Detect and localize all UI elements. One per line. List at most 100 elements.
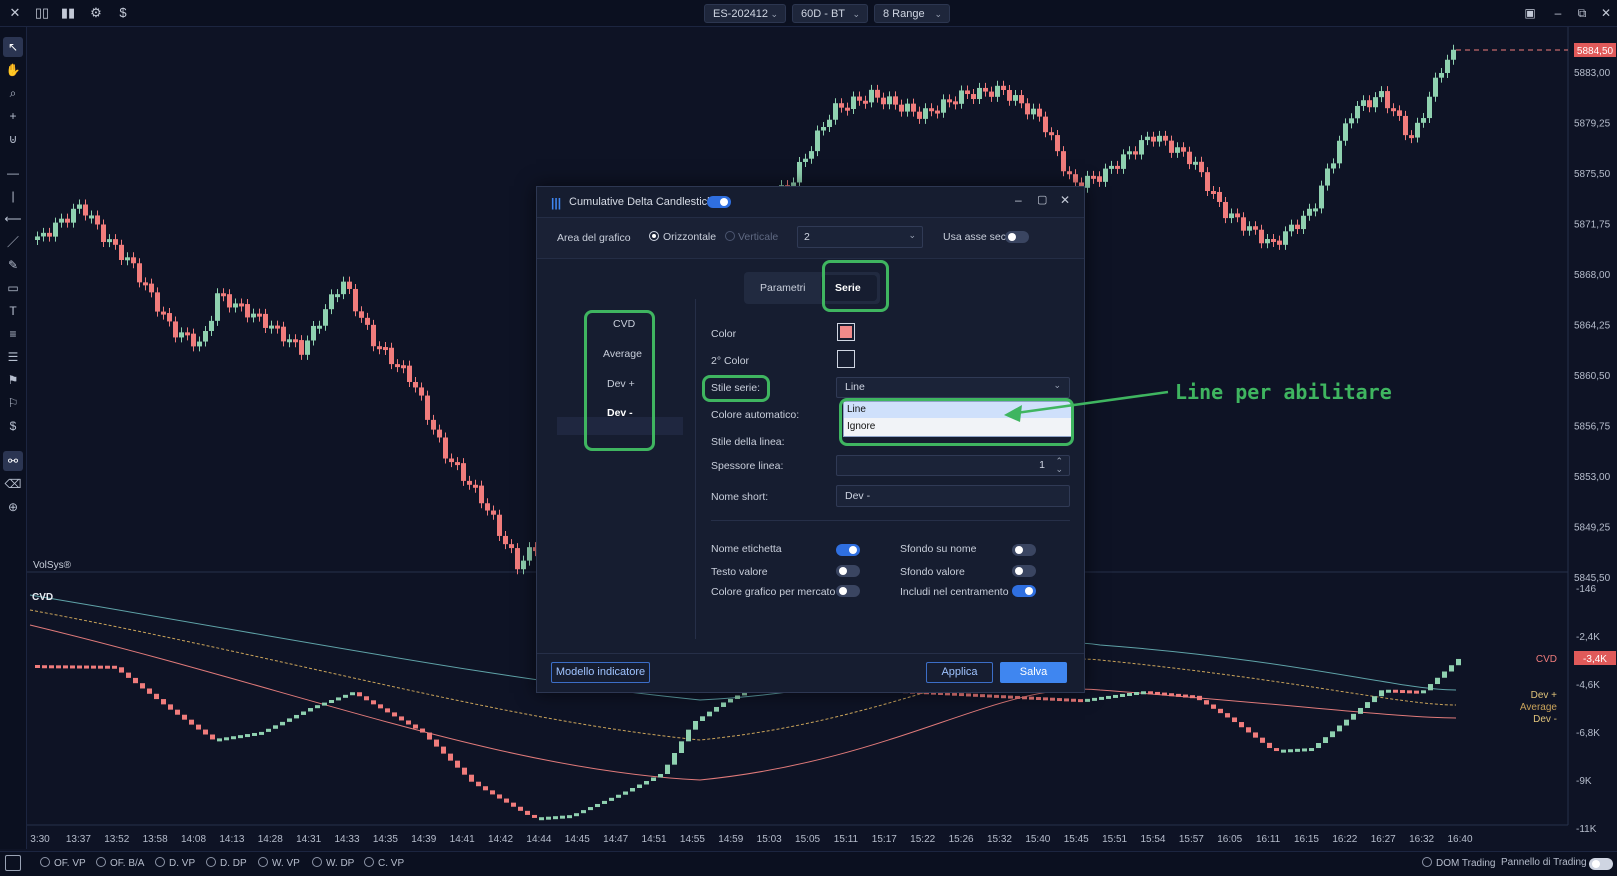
cvd-candle	[602, 800, 607, 804]
bg-name-toggle[interactable]	[1012, 544, 1036, 556]
candle-body	[509, 544, 514, 549]
label-name-toggle[interactable]	[836, 544, 860, 556]
candle-body	[1073, 174, 1078, 183]
cvd-candle	[364, 696, 369, 701]
time-tick-label: 15:03	[757, 834, 782, 845]
bb-w-vp[interactable]: W. VP	[258, 857, 300, 869]
cvd-candle	[1309, 748, 1314, 752]
dialog-maximize-icon[interactable]: ▢	[1037, 193, 1047, 206]
candle-body	[857, 96, 862, 101]
candle-body	[59, 218, 64, 223]
dialog-close-icon[interactable]: ✕	[1060, 193, 1070, 207]
bb-c-vp[interactable]: C. VP	[364, 857, 404, 869]
candle-body	[941, 99, 946, 113]
cvd-candle	[707, 711, 712, 717]
candle-body	[1205, 172, 1210, 191]
value-text-toggle[interactable]	[836, 565, 860, 577]
color-swatch[interactable]	[837, 323, 855, 341]
cvd-candle	[1449, 665, 1454, 672]
bb-of-vp[interactable]: OF. VP	[40, 857, 86, 869]
series-style-select[interactable]: Line ⌄	[836, 377, 1070, 398]
cvd-candle	[560, 815, 565, 819]
cvd-candle	[476, 781, 481, 787]
bb-of-ba[interactable]: OF. B/A	[96, 857, 144, 869]
panel-icon[interactable]	[5, 855, 21, 871]
radio-horizontal[interactable]	[649, 231, 659, 241]
candle-body	[425, 395, 430, 420]
candle-body	[1409, 135, 1414, 139]
tab-parametri[interactable]: Parametri	[760, 282, 806, 294]
candle-body	[1181, 147, 1186, 152]
cvd-candle	[1127, 692, 1132, 696]
cvd-candle	[693, 720, 698, 730]
apply-button[interactable]: Applica	[926, 662, 993, 683]
candle-body	[1217, 191, 1222, 202]
trading-panel-toggle[interactable]	[1589, 858, 1613, 870]
cvd-candle	[133, 677, 138, 684]
include-center-toggle[interactable]	[1012, 585, 1036, 597]
price-tick-label: 5864,25	[1574, 321, 1611, 332]
candle-body	[191, 333, 196, 347]
area-select[interactable]: 2 ⌄	[797, 226, 923, 248]
candle-body	[1277, 240, 1282, 245]
bb-trading-panel-label: Pannello di Trading	[1501, 857, 1587, 868]
candle-body	[431, 419, 436, 430]
candle-body	[341, 281, 346, 295]
bg-value-toggle[interactable]	[1012, 565, 1036, 577]
radio-vertical[interactable]	[725, 231, 735, 241]
color2-swatch[interactable]	[837, 350, 855, 368]
market-color-toggle[interactable]	[836, 585, 860, 597]
candle-body	[1289, 224, 1294, 232]
time-tick-label: 14:33	[335, 834, 360, 845]
candle-body	[1433, 77, 1438, 97]
candle-body	[317, 325, 322, 329]
thickness-label: Spessore linea:	[711, 460, 784, 472]
candle-body	[143, 282, 148, 286]
time-tick-label: 14:13	[219, 834, 244, 845]
candle-body	[365, 317, 370, 325]
cvd-candle	[203, 729, 208, 735]
bb-d-dp[interactable]: D. DP	[206, 857, 247, 869]
bb-d-vp[interactable]: D. VP	[155, 857, 195, 869]
cvd-candle	[1169, 693, 1174, 697]
candle-body	[281, 326, 286, 342]
cvd-candle	[308, 708, 313, 712]
cvd-candle	[231, 736, 236, 740]
stepper-icon[interactable]: ⌃ ⌄	[1055, 457, 1063, 474]
short-name-value: Dev -	[845, 490, 871, 502]
time-tick-label: 14:35	[373, 834, 398, 845]
candle-body	[137, 263, 142, 283]
thickness-input[interactable]: 1 ⌃ ⌄	[836, 455, 1070, 476]
cvd-candle	[427, 732, 432, 740]
dialog-minimize-icon[interactable]: –	[1015, 193, 1022, 207]
candle-body	[965, 90, 970, 95]
cvd-candle	[1456, 658, 1461, 666]
candle-body	[1445, 59, 1450, 73]
bb-w-dp[interactable]: W. DP	[312, 857, 354, 869]
sec-axis-toggle[interactable]	[1005, 231, 1029, 243]
cvd-candle	[518, 806, 523, 811]
time-tick-label: 15:11	[834, 834, 859, 845]
save-button[interactable]: Salva	[1000, 662, 1067, 683]
candle-body	[221, 293, 226, 297]
candle-body	[1439, 72, 1444, 78]
bb-dom-trading[interactable]: DOM Trading	[1422, 857, 1495, 869]
cvd-candle	[217, 738, 222, 742]
candle-body	[1151, 136, 1156, 142]
cvd-candle	[98, 665, 103, 669]
cvd-tick-label: -11K	[1576, 824, 1597, 835]
candle-body	[1103, 168, 1108, 182]
candle-body	[65, 218, 70, 223]
cvd-candle	[1211, 704, 1216, 709]
cvd-candle	[1260, 737, 1265, 743]
bg-value-label: Sfondo valore	[900, 566, 965, 578]
template-button[interactable]: Modello indicatore	[551, 662, 650, 683]
candle-body	[1067, 171, 1072, 175]
candle-body	[245, 304, 250, 318]
indicator-enabled-toggle[interactable]	[707, 196, 731, 208]
cvd-candle	[238, 735, 243, 739]
time-tick-label: 14:45	[565, 834, 590, 845]
candle-body	[443, 437, 448, 459]
candle-body	[323, 309, 328, 326]
short-name-input[interactable]: Dev -	[836, 485, 1070, 507]
